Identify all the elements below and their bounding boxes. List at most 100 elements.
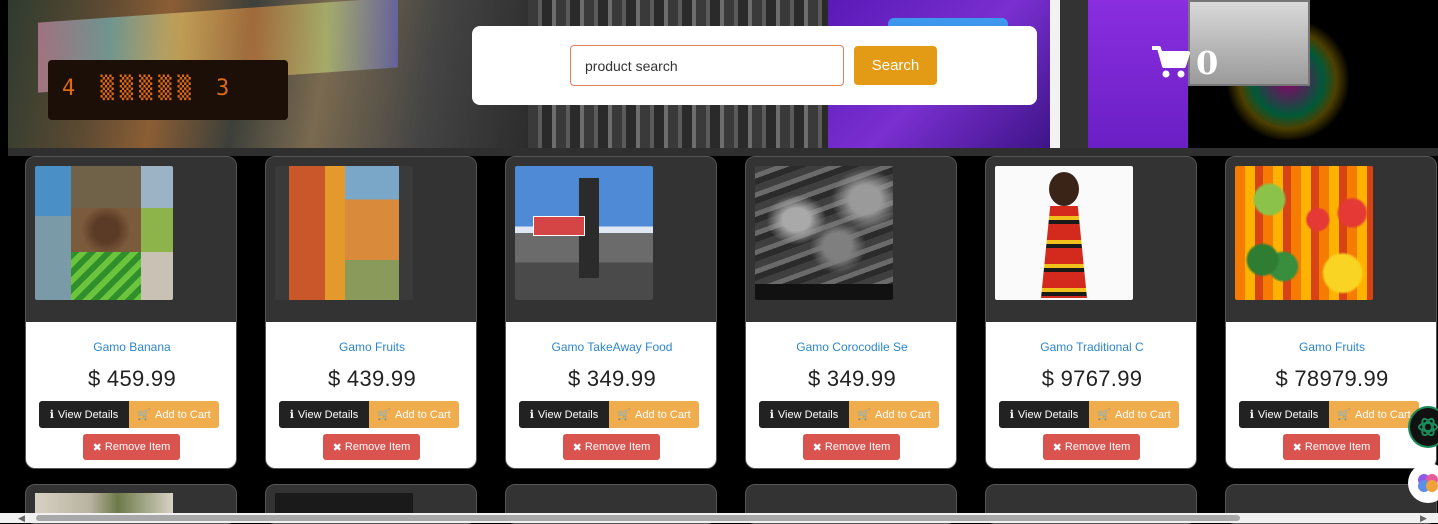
view-details-label: View Details: [777, 408, 839, 421]
product-actions: ℹ View Details 🛒 Add to Cart: [1239, 401, 1419, 428]
product-info: Gamo Fruits $ 78979.99 ℹ View Details 🛒 Ad…: [1226, 322, 1436, 468]
cart-link[interactable]: 0: [1150, 44, 1218, 82]
product-info: Gamo TakeAway Food $ 349.99 ℹ View Detail…: [506, 322, 716, 468]
openai-icon: [1418, 417, 1438, 437]
add-to-cart-label: Add to Cart: [155, 408, 211, 421]
product-info: Gamo Fruits $ 439.99 ℹ View Details 🛒 Add …: [266, 322, 476, 468]
cart-icon: 🛒: [857, 409, 872, 421]
view-details-label: View Details: [57, 408, 119, 421]
product-price: $ 349.99: [807, 366, 897, 391]
info-icon: ℹ: [529, 409, 534, 421]
search-input[interactable]: [570, 45, 844, 86]
search-panel: Search: [472, 26, 1037, 105]
info-icon: ℹ: [1249, 409, 1254, 421]
product-name[interactable]: Gamo Fruits: [1226, 340, 1436, 354]
product-card: Gamo TakeAway Food $ 349.99 ℹ View Detail…: [505, 156, 717, 469]
remove-item-label: Remove Item: [1304, 441, 1371, 453]
product-image[interactable]: [515, 166, 653, 300]
product-actions: ℹ View Details 🛒 Add to Cart: [759, 401, 939, 428]
close-icon: ✖: [332, 441, 342, 454]
view-details-label: View Details: [1017, 408, 1079, 421]
product-image[interactable]: [35, 166, 173, 300]
info-icon: ℹ: [769, 409, 774, 421]
product-info: Gamo Traditional C $ 9767.99 ℹ View Detai…: [986, 322, 1196, 468]
close-icon: ✖: [572, 441, 582, 454]
product-name[interactable]: Gamo Corocodile Se: [746, 340, 956, 354]
product-info: Gamo Corocodile Se $ 349.99 ℹ View Detail…: [746, 322, 956, 468]
product-price: $ 9767.99: [1041, 366, 1143, 391]
info-icon: ℹ: [1009, 409, 1014, 421]
view-details-button[interactable]: ℹ View Details: [759, 401, 849, 428]
horizontal-scrollbar[interactable]: ◀ ▶: [0, 513, 1438, 523]
product-image[interactable]: [755, 166, 893, 300]
add-to-cart-label: Add to Cart: [875, 408, 931, 421]
search-button[interactable]: Search: [854, 46, 937, 85]
remove-item-label: Remove Item: [104, 441, 171, 453]
product-name[interactable]: Gamo Traditional C: [986, 340, 1196, 354]
product-actions: ℹ View Details 🛒 Add to Cart: [519, 401, 699, 428]
info-icon: ℹ: [49, 409, 54, 421]
scrollbar-thumb[interactable]: [36, 515, 1240, 521]
add-to-cart-button[interactable]: 🛒 Add to Cart: [1329, 401, 1419, 428]
remove-item-label: Remove Item: [584, 441, 651, 453]
product-actions: ℹ View Details 🛒 Add to Cart: [39, 401, 219, 428]
cart-count: 0: [1196, 44, 1219, 82]
add-to-cart-label: Add to Cart: [395, 408, 451, 421]
close-icon: ✖: [1052, 441, 1062, 454]
cart-icon: 🛒: [137, 409, 152, 421]
add-to-cart-button[interactable]: 🛒 Add to Cart: [609, 401, 699, 428]
product-card: Gamo Fruits $ 439.99 ℹ View Details 🛒 Add …: [265, 156, 477, 469]
add-to-cart-button[interactable]: 🛒 Add to Cart: [1089, 401, 1179, 428]
view-details-label: View Details: [537, 408, 599, 421]
remove-item-button[interactable]: ✖ Remove Item: [803, 434, 900, 460]
remove-item-button[interactable]: ✖ Remove Item: [83, 434, 180, 460]
product-price: $ 78979.99: [1275, 366, 1389, 391]
remove-item-label: Remove Item: [344, 441, 411, 453]
close-icon: ✖: [1292, 441, 1302, 454]
remove-item-button[interactable]: ✖ Remove Item: [323, 434, 420, 460]
product-card: Gamo Corocodile Se $ 349.99 ℹ View Detail…: [745, 156, 957, 469]
product-price: $ 459.99: [87, 366, 177, 391]
product-image[interactable]: [1235, 166, 1373, 300]
remove-item-label: Remove Item: [1064, 441, 1131, 453]
remove-item-button[interactable]: ✖ Remove Item: [1283, 434, 1380, 460]
product-card: Gamo Traditional C $ 9767.99 ℹ View Detai…: [985, 156, 1197, 469]
banner-bus-display: 4 ▒▒▒▒▒ 3: [48, 60, 288, 120]
view-details-button[interactable]: ℹ View Details: [279, 401, 369, 428]
banner-stripe: [1050, 0, 1060, 148]
product-grid: Gamo Banana $ 459.99 ℹ View Details 🛒 Add …: [8, 156, 1438, 524]
cart-icon: 🛒: [1097, 409, 1112, 421]
image-caption-bar: [755, 284, 893, 300]
info-icon: ℹ: [289, 409, 294, 421]
image-dress: [1041, 206, 1087, 298]
product-card: Gamo Fruits $ 78979.99 ℹ View Details 🛒 Ad…: [1225, 156, 1437, 469]
remove-item-button[interactable]: ✖ Remove Item: [563, 434, 660, 460]
scroll-right-arrow-icon[interactable]: ▶: [1420, 513, 1427, 523]
cart-icon: 🛒: [377, 409, 392, 421]
scroll-left-arrow-icon[interactable]: ◀: [18, 513, 25, 523]
cart-icon: 🛒: [1337, 409, 1352, 421]
view-details-button[interactable]: ℹ View Details: [519, 401, 609, 428]
add-to-cart-button[interactable]: 🛒 Add to Cart: [849, 401, 939, 428]
close-icon: ✖: [92, 441, 102, 454]
product-price: $ 349.99: [567, 366, 657, 391]
product-name[interactable]: Gamo Banana: [26, 340, 236, 354]
shopping-cart-icon: [1152, 46, 1190, 78]
view-details-button[interactable]: ℹ View Details: [1239, 401, 1329, 428]
view-details-button[interactable]: ℹ View Details: [999, 401, 1089, 428]
product-name[interactable]: Gamo TakeAway Food: [506, 340, 716, 354]
brain-icon: [1418, 474, 1438, 492]
remove-item-label: Remove Item: [824, 441, 891, 453]
product-card: Gamo Banana $ 459.99 ℹ View Details 🛒 Add …: [25, 156, 237, 469]
product-name[interactable]: Gamo Fruits: [266, 340, 476, 354]
product-image[interactable]: [275, 166, 413, 300]
add-to-cart-button[interactable]: 🛒 Add to Cart: [369, 401, 459, 428]
divider: [8, 148, 1438, 156]
view-details-button[interactable]: ℹ View Details: [39, 401, 129, 428]
remove-item-button[interactable]: ✖ Remove Item: [1043, 434, 1140, 460]
banner-gap: [1060, 0, 1088, 148]
add-to-cart-button[interactable]: 🛒 Add to Cart: [129, 401, 219, 428]
view-details-label: View Details: [1257, 408, 1319, 421]
product-info: Gamo Banana $ 459.99 ℹ View Details 🛒 Add …: [26, 322, 236, 468]
product-image[interactable]: [995, 166, 1133, 300]
